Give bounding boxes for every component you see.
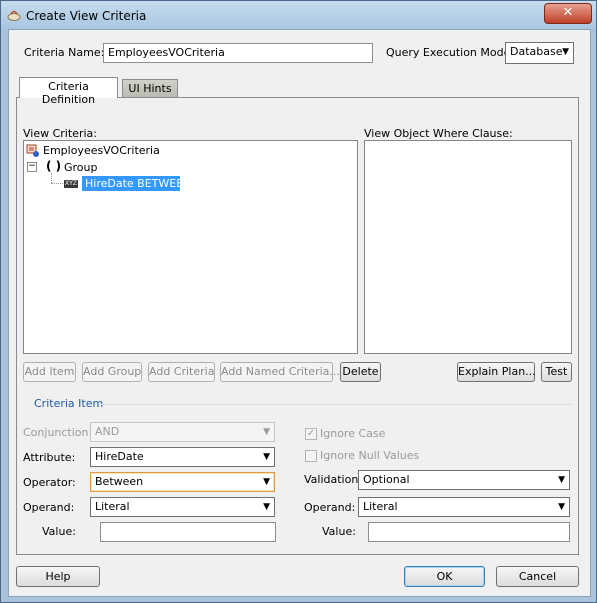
criteria-item-icon: XYZ — [64, 180, 78, 188]
value-left-label: Value: — [42, 525, 76, 538]
operand-right-select[interactable]: Literal ▼ — [358, 497, 570, 517]
add-group-button[interactable]: Add Group — [82, 362, 142, 382]
cancel-button[interactable]: Cancel — [496, 566, 579, 587]
tree-group-label[interactable]: Group — [64, 161, 98, 174]
tab-panel: View Criteria: EmployeesVOCriteria − ( )… — [16, 97, 579, 555]
chevron-down-icon: ▼ — [263, 502, 270, 512]
chevron-down-icon: ▼ — [558, 502, 565, 512]
query-mode-select[interactable]: Database ▼ — [505, 42, 574, 64]
value-right-label: Value: — [322, 525, 356, 538]
value-right-input[interactable] — [368, 522, 570, 542]
validation-select[interactable]: Optional ▼ — [358, 470, 570, 490]
ignore-null-checkbox[interactable] — [305, 450, 317, 462]
query-mode-value: Database — [510, 45, 563, 58]
chevron-down-icon: ▼ — [558, 475, 565, 485]
operand-left-value: Literal — [95, 500, 130, 513]
criteria-name-input[interactable]: EmployeesVOCriteria — [103, 43, 373, 63]
operator-label: Operator: — [23, 476, 76, 489]
chevron-down-icon: ▼ — [562, 47, 569, 57]
title-bar[interactable]: Create View Criteria ✕ — [1, 1, 596, 29]
operand-right-label: Operand: — [304, 501, 356, 514]
add-item-button[interactable]: Add Item — [23, 362, 76, 382]
tree-line — [51, 183, 63, 185]
attribute-select[interactable]: HireDate ▼ — [90, 447, 275, 467]
tab-criteria-definition[interactable]: Criteria Definition — [19, 77, 118, 106]
delete-button[interactable]: Delete — [340, 362, 381, 382]
operator-select[interactable]: Between ▼ — [90, 472, 275, 492]
view-criteria-label: View Criteria: — [23, 127, 97, 140]
operand-right-value: Literal — [363, 500, 398, 513]
where-clause-area[interactable] — [364, 140, 572, 354]
group-symbol-icon: ( ) — [46, 159, 62, 173]
section-divider — [101, 404, 572, 405]
oracle-jdev-icon — [7, 10, 21, 21]
explain-plan-button[interactable]: Explain Plan... — [457, 362, 536, 382]
tree-item-hiredate[interactable]: HireDate BETWEEN — [82, 176, 191, 191]
conjunction-value: AND — [95, 425, 120, 438]
criteria-item-section-title: Criteria Item — [34, 397, 104, 410]
test-button[interactable]: Test — [541, 362, 572, 382]
ignore-null-label: Ignore Null Values — [320, 449, 420, 462]
view-criteria-icon — [26, 144, 39, 157]
add-named-criteria-button[interactable]: Add Named Criteria... — [220, 362, 340, 382]
dialog-window: Create View Criteria ✕ Criteria Name: Em… — [0, 0, 597, 603]
validation-label: Validation: — [304, 473, 363, 486]
query-mode-label: Query Execution Mode: — [386, 46, 515, 59]
where-clause-label: View Object Where Clause: — [364, 127, 513, 140]
operand-left-select[interactable]: Literal ▼ — [90, 497, 275, 517]
conjunction-label: Conjunction: — [23, 426, 93, 439]
conjunction-select[interactable]: AND ▼ — [90, 422, 275, 442]
collapse-toggle-icon[interactable]: − — [27, 162, 37, 172]
tab-ui-hints[interactable]: UI Hints — [122, 79, 178, 97]
criteria-name-label: Criteria Name: — [24, 46, 105, 59]
window-title: Create View Criteria — [26, 9, 147, 23]
value-left-input[interactable] — [100, 522, 276, 542]
close-icon[interactable]: ✕ — [544, 3, 592, 24]
tree-root-label[interactable]: EmployeesVOCriteria — [43, 144, 160, 157]
add-criteria-button[interactable]: Add Criteria — [148, 362, 215, 382]
attribute-value: HireDate — [95, 450, 144, 463]
ignore-case-checkbox[interactable]: ✓ — [305, 428, 317, 440]
ok-button[interactable]: OK — [404, 566, 485, 587]
chevron-down-icon: ▼ — [263, 477, 270, 487]
chevron-down-icon: ▼ — [263, 452, 270, 462]
validation-value: Optional — [363, 473, 410, 486]
dialog-body: Criteria Name: EmployeesVOCriteria Query… — [8, 29, 591, 597]
ignore-case-label: Ignore Case — [320, 427, 386, 440]
view-criteria-tree[interactable]: EmployeesVOCriteria − ( ) Group XYZ Hire… — [23, 140, 358, 354]
help-button[interactable]: Help — [16, 566, 100, 587]
operator-value: Between — [95, 475, 144, 488]
attribute-label: Attribute: — [23, 451, 76, 464]
operand-left-label: Operand: — [23, 501, 75, 514]
chevron-down-icon: ▼ — [263, 427, 270, 437]
tree-line — [51, 173, 53, 183]
